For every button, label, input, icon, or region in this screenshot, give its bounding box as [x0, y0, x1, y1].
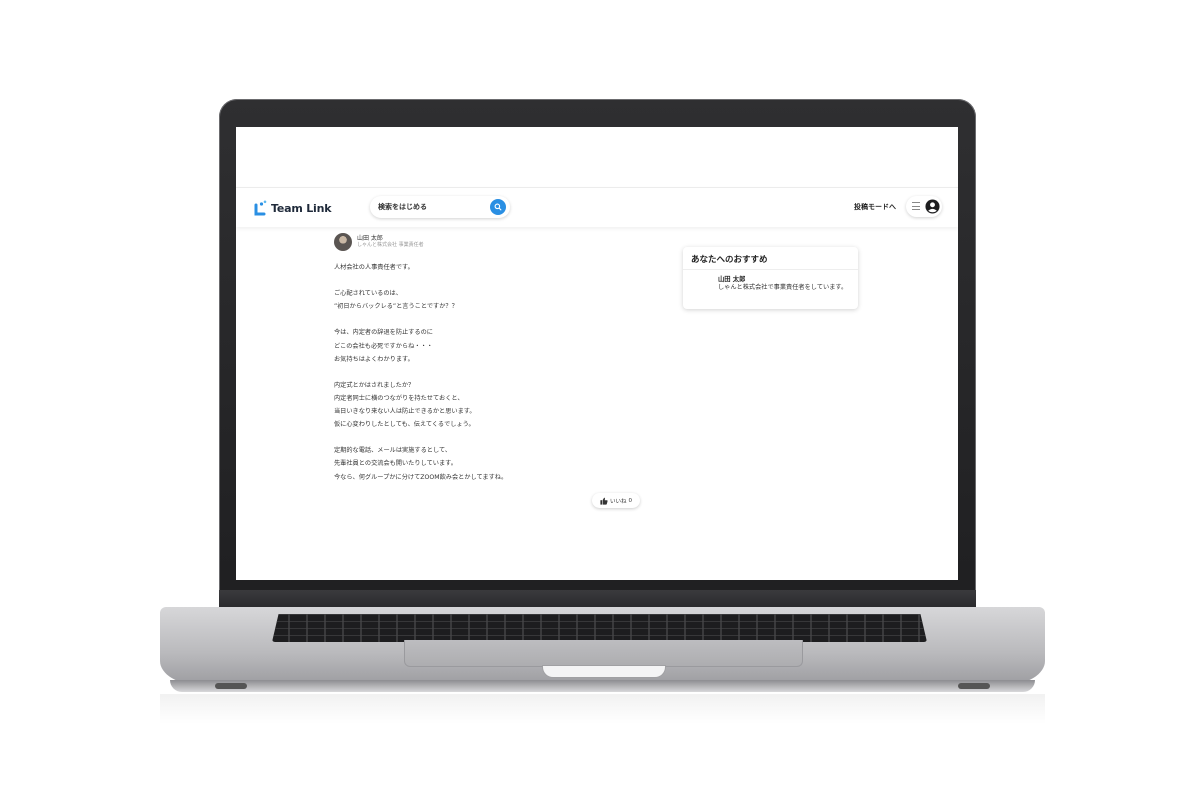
- post-line: 今なら、何グループかに分けてZOOM飲み会とかしてますね。: [334, 473, 508, 481]
- recommendation-card: あなたへのおすすめ 山田 太郎 しゃんと株式会社で事業責任者をしています。: [683, 247, 858, 309]
- post-line: 定期的な電話、メールは実施するとして、: [334, 447, 452, 455]
- like-button[interactable]: いいね 0: [592, 493, 640, 508]
- post-line: 仮に心変わりしたとしても、伝えてくるでしょう。: [334, 421, 475, 429]
- laptop-reflection: [160, 694, 1045, 724]
- post-mode-link[interactable]: 投稿モードへ: [854, 202, 896, 212]
- logo-text: Team Link: [271, 201, 332, 215]
- search-icon: [494, 203, 502, 211]
- like-count: 0: [628, 497, 633, 504]
- post-line: [334, 274, 634, 287]
- post-line: [334, 313, 634, 326]
- post-line: 当日いきなり来ない人は防止できるかと思います。: [334, 408, 476, 416]
- post-line: [334, 366, 634, 379]
- search-bar[interactable]: 検索をはじめる: [370, 196, 510, 218]
- author-role: しゃんと株式会社 事業責任者: [357, 242, 424, 248]
- laptop-notch: [543, 666, 665, 677]
- top-navbar: Team Link 検索をはじめる 投稿モードへ: [236, 187, 958, 227]
- recommended-user-description: しゃんと株式会社で事業責任者をしています。: [718, 284, 848, 291]
- laptop-base-edge: [170, 680, 1035, 692]
- post-line: どこの会社も必死ですからね・・・: [334, 342, 433, 350]
- post-line: ご心配されているのは、: [334, 290, 402, 298]
- search-input[interactable]: 検索をはじめる: [378, 202, 427, 212]
- account-icon: [925, 199, 940, 214]
- laptop-foot: [215, 683, 247, 689]
- post-line: 内定者同士に横のつながりを持たせておくと、: [334, 394, 464, 402]
- laptop-screen: Team Link 検索をはじめる 投稿モードへ 山田 太郎 しゃんと株式会社 …: [236, 127, 958, 580]
- search-button[interactable]: [490, 199, 506, 215]
- account-menu-button[interactable]: [906, 196, 942, 217]
- post-line: 先輩社員との交流会も開いたりしています。: [334, 460, 457, 468]
- post-line: お気持ちはよくわかります。: [334, 355, 414, 363]
- hamburger-icon: [912, 202, 920, 213]
- thumbs-up-icon: [600, 497, 608, 505]
- post-line: ”初日からバックレる”と言うことですか？？: [334, 303, 458, 311]
- post-line: 今は、内定者の辞退を防止するのに: [334, 329, 433, 337]
- avatar[interactable]: [334, 233, 352, 251]
- app-logo[interactable]: Team Link: [253, 200, 332, 216]
- recommendation-title: あなたへのおすすめ: [691, 255, 768, 265]
- divider: [683, 269, 858, 270]
- team-link-logo-icon: [253, 200, 267, 216]
- post-line: 人材会社の人事責任者です。: [334, 264, 414, 271]
- post-line: 内定式とかはされましたか？: [334, 381, 415, 389]
- laptop-keyboard: [272, 614, 927, 642]
- post-line: [334, 431, 634, 444]
- laptop-hinge: [219, 590, 976, 608]
- recommended-user-name[interactable]: 山田 太郎: [718, 274, 745, 283]
- like-label: いいね: [609, 498, 627, 505]
- laptop-foot: [958, 683, 990, 689]
- laptop-trackpad: [404, 640, 803, 667]
- post-body: 人材会社の人事責任者です。 ご心配されているのは、 ”初日からバックレる”と言う…: [334, 261, 634, 484]
